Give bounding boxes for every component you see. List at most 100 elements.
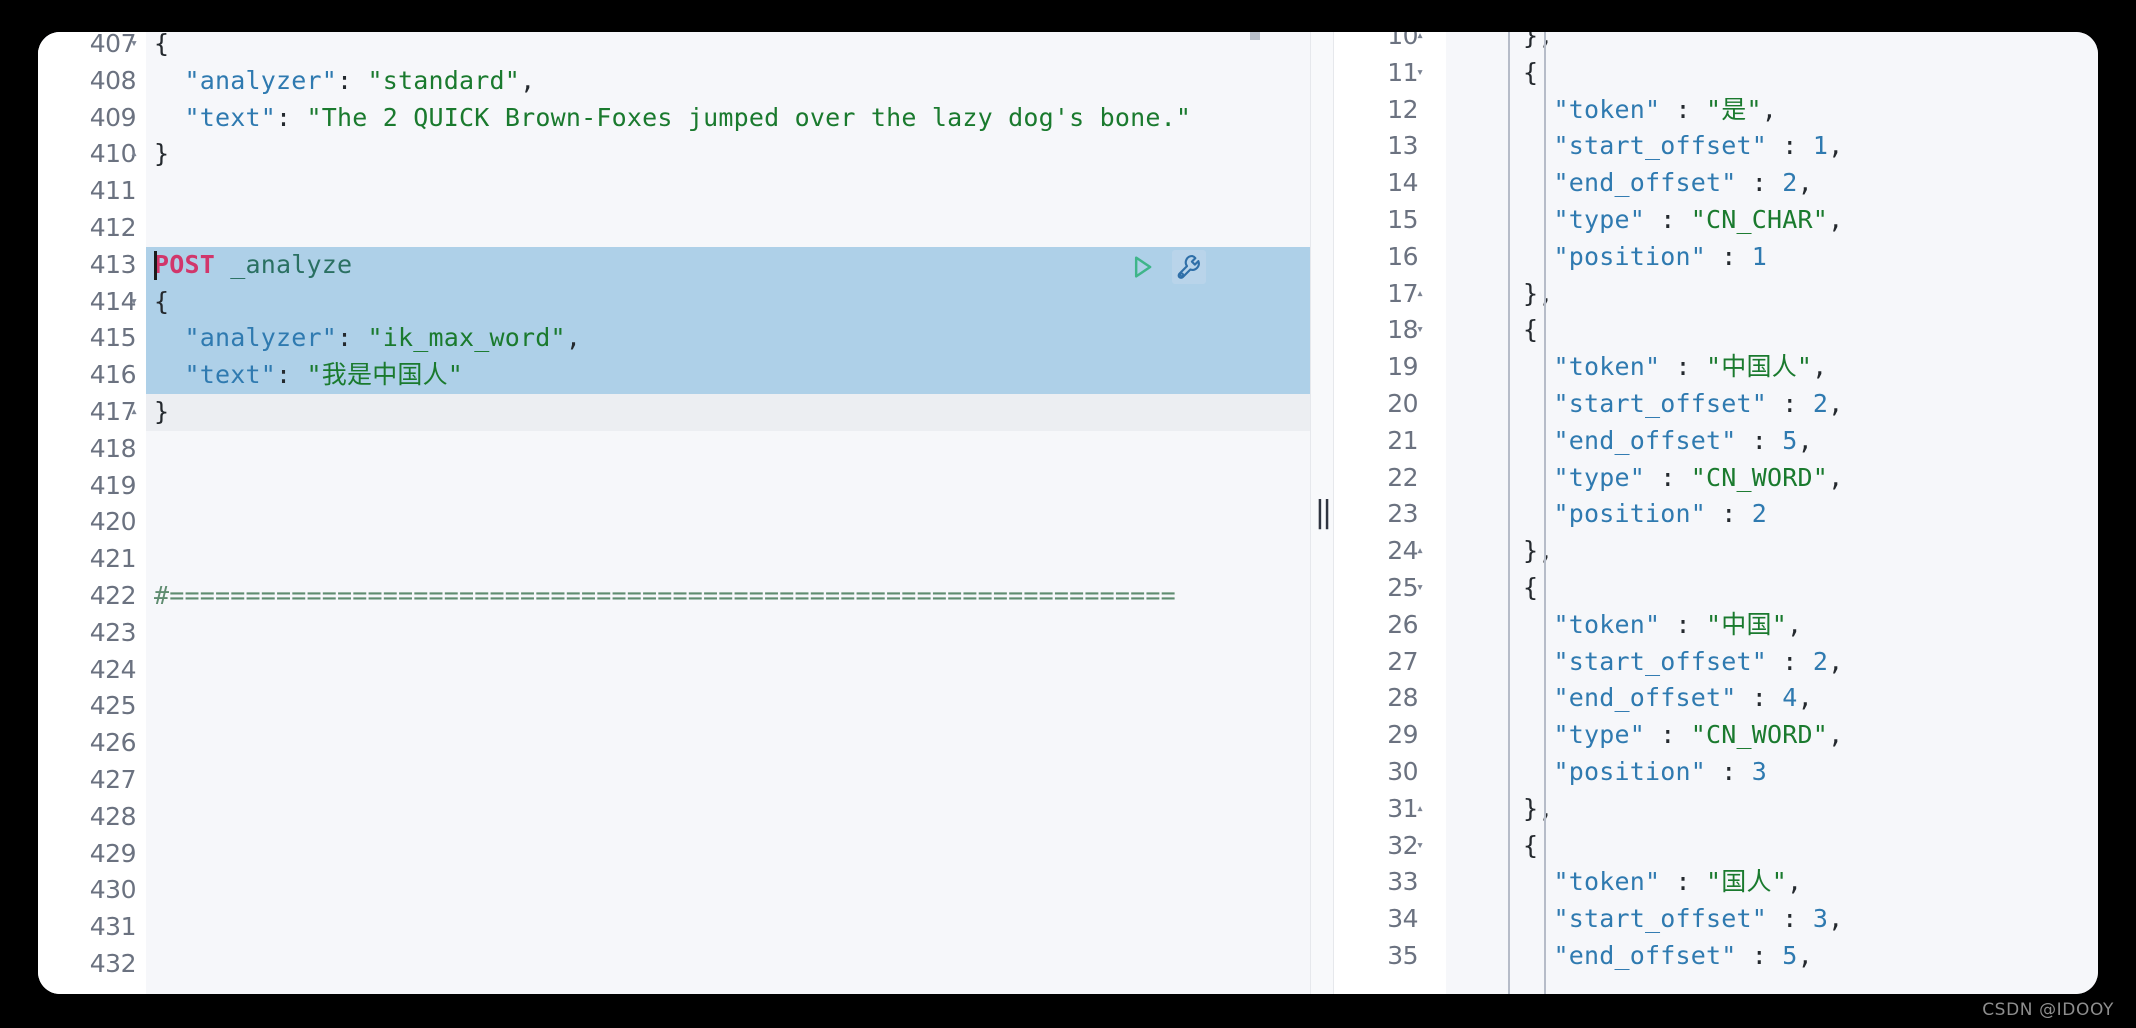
gutter-line[interactable]: 412 (38, 210, 146, 247)
gutter-line[interactable]: 417 ▴ (38, 394, 146, 431)
left-code-area[interactable]: { "analyzer": "standard", "text": "The 2… (146, 32, 1310, 994)
code-line[interactable] (146, 762, 1310, 799)
gutter-line[interactable]: 19 (1334, 349, 1446, 386)
gutter-line[interactable]: 28 (1334, 680, 1446, 717)
gutter-line[interactable]: 410 ▴ (38, 136, 146, 173)
gutter-line[interactable]: 429 (38, 836, 146, 873)
gutter-line[interactable]: 414 ▾ (38, 284, 146, 321)
code-line[interactable] (146, 725, 1310, 762)
code-token: 5 (1782, 940, 1798, 970)
gutter-line[interactable]: 10 ▴ (1334, 32, 1446, 55)
gutter-line[interactable]: 418 (38, 431, 146, 468)
gutter-line[interactable]: 33 (1334, 864, 1446, 901)
code-line[interactable] (146, 431, 1310, 468)
gutter-line[interactable]: 23 (1334, 496, 1446, 533)
gutter-line[interactable]: 423 (38, 615, 146, 652)
code-line[interactable]: { (146, 284, 1310, 321)
run-request-play-icon[interactable] (1128, 253, 1156, 281)
response-viewer-pane[interactable]: }, { "token" : "是", "start_offset" : 1, … (1334, 32, 2098, 994)
gutter-line[interactable]: 411 (38, 173, 146, 210)
code-line[interactable] (146, 799, 1310, 836)
code-line[interactable]: "text": "The 2 QUICK Brown-Foxes jumped … (146, 100, 1310, 137)
gutter-line[interactable]: 425 (38, 688, 146, 725)
fold-expand-icon[interactable]: ▴ (1412, 32, 1428, 55)
code-line[interactable] (146, 909, 1310, 946)
code-line[interactable]: "text": "我是中国人" (146, 357, 1310, 394)
code-line[interactable] (146, 504, 1310, 541)
gutter-line[interactable]: 18 ▾ (1334, 312, 1446, 349)
gutter-line[interactable]: 431 (38, 909, 146, 946)
pane-splitter[interactable]: || (1310, 32, 1334, 994)
gutter-line[interactable]: 415 (38, 320, 146, 357)
fold-collapse-icon[interactable]: ▾ (1412, 312, 1428, 349)
fold-expand-icon[interactable]: ▴ (1412, 533, 1428, 570)
gutter-line[interactable]: 416 (38, 357, 146, 394)
code-line[interactable]: "analyzer": "ik_max_word", (146, 320, 1310, 357)
gutter-line[interactable]: 421 (38, 541, 146, 578)
gutter-line[interactable]: 16 (1334, 239, 1446, 276)
fold-collapse-icon[interactable]: ▾ (126, 32, 142, 63)
fold-collapse-icon[interactable]: ▾ (126, 284, 142, 321)
gutter-line[interactable]: 35 (1334, 938, 1446, 975)
fold-expand-icon[interactable]: ▴ (126, 394, 142, 431)
gutter-line[interactable]: 426 (38, 725, 146, 762)
code-line[interactable]: "analyzer": "standard", (146, 63, 1310, 100)
gutter-line[interactable]: 407 ▾ (38, 32, 146, 63)
fold-expand-icon[interactable]: ▴ (126, 136, 142, 173)
gutter-line[interactable]: 21 (1334, 423, 1446, 460)
gutter-line[interactable]: 32 ▾ (1334, 828, 1446, 865)
gutter-line[interactable]: 413 (38, 247, 146, 284)
code-line[interactable]: { (146, 32, 1310, 63)
gutter-line[interactable]: 25 ▾ (1334, 570, 1446, 607)
fold-expand-icon[interactable]: ▴ (1412, 791, 1428, 828)
code-line[interactable] (146, 688, 1310, 725)
indent-guide (1508, 32, 1510, 994)
gutter-line[interactable]: 427 (38, 762, 146, 799)
code-line[interactable] (146, 210, 1310, 247)
wrench-settings-icon[interactable] (1172, 249, 1206, 284)
fold-expand-icon[interactable]: ▴ (1412, 276, 1428, 313)
gutter-line[interactable]: 30 (1334, 754, 1446, 791)
gutter-line[interactable]: 17 ▴ (1334, 276, 1446, 313)
request-editor-pane[interactable]: { "analyzer": "standard", "text": "The 2… (38, 32, 1310, 994)
code-line[interactable] (146, 652, 1310, 689)
code-line[interactable] (146, 836, 1310, 873)
gutter-line[interactable]: 22 (1334, 460, 1446, 497)
splitter-grip-icon[interactable]: || (1315, 498, 1332, 528)
gutter-line[interactable]: 29 (1334, 717, 1446, 754)
code-line[interactable] (146, 946, 1310, 983)
gutter-line[interactable]: 27 (1334, 644, 1446, 681)
code-line[interactable] (146, 615, 1310, 652)
gutter-line[interactable]: 13 (1334, 128, 1446, 165)
code-line[interactable] (146, 468, 1310, 505)
gutter-line[interactable]: 24 ▴ (1334, 533, 1446, 570)
gutter-line[interactable]: 11 ▾ (1334, 55, 1446, 92)
fold-collapse-icon[interactable]: ▾ (1412, 828, 1428, 865)
run-actions[interactable] (1128, 249, 1206, 284)
fold-collapse-icon[interactable]: ▾ (1412, 55, 1428, 92)
gutter-line[interactable]: 26 (1334, 607, 1446, 644)
gutter-line[interactable]: 428 (38, 799, 146, 836)
fold-collapse-icon[interactable]: ▾ (1412, 570, 1428, 607)
gutter-line[interactable]: 419 (38, 468, 146, 505)
gutter-line[interactable]: 432 (38, 946, 146, 983)
code-line[interactable] (146, 541, 1310, 578)
gutter-line[interactable]: 430 (38, 872, 146, 909)
gutter-line[interactable]: 422 (38, 578, 146, 615)
gutter-line[interactable]: 14 (1334, 165, 1446, 202)
code-line[interactable] (146, 872, 1310, 909)
code-line[interactable] (146, 173, 1310, 210)
code-line[interactable]: } (146, 136, 1310, 173)
gutter-line[interactable]: 424 (38, 652, 146, 689)
gutter-line[interactable]: 12 (1334, 92, 1446, 129)
gutter-line[interactable]: 420 (38, 504, 146, 541)
gutter-line[interactable]: 20 (1334, 386, 1446, 423)
gutter-line[interactable]: 409 (38, 100, 146, 137)
code-line[interactable]: } (146, 394, 1310, 431)
code-line[interactable]: #=======================================… (146, 578, 1310, 615)
gutter-line[interactable]: 31 ▴ (1334, 791, 1446, 828)
gutter-line[interactable]: 15 (1334, 202, 1446, 239)
gutter-line[interactable]: 408 (38, 63, 146, 100)
gutter-line[interactable]: 34 (1334, 901, 1446, 938)
fold-marker-icon[interactable] (1250, 32, 1260, 40)
